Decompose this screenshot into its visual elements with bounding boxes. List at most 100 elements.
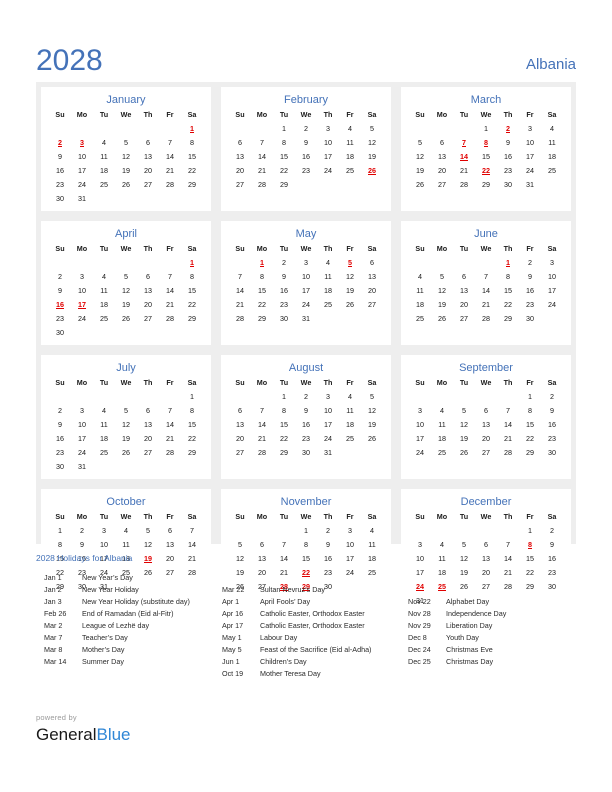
- day-cell[interactable]: 15: [519, 417, 541, 431]
- day-cell[interactable]: 23: [49, 311, 71, 325]
- day-cell[interactable]: 19: [431, 297, 453, 311]
- day-cell[interactable]: 22: [181, 163, 203, 177]
- day-cell[interactable]: 22: [273, 431, 295, 445]
- day-cell[interactable]: 1: [519, 523, 541, 537]
- day-cell[interactable]: 21: [453, 163, 475, 177]
- day-cell[interactable]: 29: [251, 311, 273, 325]
- day-cell[interactable]: 11: [431, 551, 453, 565]
- day-cell[interactable]: 21: [159, 297, 181, 311]
- day-cell[interactable]: 13: [137, 149, 159, 163]
- day-cell-holiday[interactable]: 7: [453, 135, 475, 149]
- day-cell[interactable]: 15: [295, 551, 317, 565]
- day-cell[interactable]: 25: [431, 445, 453, 459]
- day-cell[interactable]: 22: [181, 431, 203, 445]
- day-cell[interactable]: 19: [361, 417, 383, 431]
- day-cell[interactable]: 24: [295, 297, 317, 311]
- day-cell[interactable]: 16: [541, 551, 563, 565]
- day-cell[interactable]: 4: [409, 269, 431, 283]
- day-cell[interactable]: 29: [181, 445, 203, 459]
- day-cell[interactable]: 24: [71, 445, 93, 459]
- day-cell[interactable]: 27: [361, 297, 383, 311]
- day-cell[interactable]: 15: [497, 283, 519, 297]
- day-cell[interactable]: 5: [431, 269, 453, 283]
- day-cell[interactable]: 2: [295, 389, 317, 403]
- day-cell[interactable]: 28: [251, 445, 273, 459]
- day-cell[interactable]: 6: [431, 135, 453, 149]
- day-cell[interactable]: 5: [453, 537, 475, 551]
- day-cell-holiday[interactable]: 5: [339, 255, 361, 269]
- day-cell[interactable]: 30: [497, 177, 519, 191]
- day-cell[interactable]: 3: [71, 269, 93, 283]
- day-cell[interactable]: 10: [317, 135, 339, 149]
- day-cell[interactable]: 13: [137, 417, 159, 431]
- day-cell[interactable]: 23: [49, 177, 71, 191]
- day-cell[interactable]: 13: [137, 283, 159, 297]
- day-cell[interactable]: 17: [519, 149, 541, 163]
- day-cell[interactable]: 2: [49, 269, 71, 283]
- day-cell[interactable]: 7: [273, 537, 295, 551]
- day-cell[interactable]: 18: [409, 297, 431, 311]
- day-cell[interactable]: 4: [93, 269, 115, 283]
- day-cell[interactable]: 29: [273, 445, 295, 459]
- day-cell[interactable]: 31: [519, 177, 541, 191]
- day-cell[interactable]: 23: [295, 163, 317, 177]
- day-cell[interactable]: 6: [475, 403, 497, 417]
- day-cell[interactable]: 15: [181, 417, 203, 431]
- day-cell[interactable]: 30: [295, 445, 317, 459]
- day-cell[interactable]: 2: [541, 523, 563, 537]
- day-cell[interactable]: 11: [115, 537, 137, 551]
- day-cell[interactable]: 27: [137, 177, 159, 191]
- day-cell[interactable]: 12: [115, 417, 137, 431]
- day-cell[interactable]: 1: [295, 523, 317, 537]
- day-cell[interactable]: 29: [181, 177, 203, 191]
- day-cell[interactable]: 29: [519, 445, 541, 459]
- day-cell[interactable]: 26: [115, 177, 137, 191]
- day-cell[interactable]: 9: [295, 403, 317, 417]
- day-cell[interactable]: 8: [251, 269, 273, 283]
- day-cell[interactable]: 30: [49, 325, 71, 339]
- day-cell[interactable]: 26: [409, 177, 431, 191]
- day-cell[interactable]: 27: [453, 311, 475, 325]
- day-cell[interactable]: 20: [137, 297, 159, 311]
- day-cell[interactable]: 28: [159, 445, 181, 459]
- day-cell[interactable]: 27: [431, 177, 453, 191]
- day-cell[interactable]: 20: [361, 283, 383, 297]
- day-cell[interactable]: 17: [339, 551, 361, 565]
- day-cell[interactable]: 7: [251, 135, 273, 149]
- day-cell[interactable]: 22: [181, 297, 203, 311]
- day-cell[interactable]: 23: [49, 445, 71, 459]
- day-cell[interactable]: 25: [541, 163, 563, 177]
- day-cell[interactable]: 18: [339, 417, 361, 431]
- day-cell-holiday[interactable]: 17: [71, 297, 93, 311]
- day-cell[interactable]: 5: [115, 269, 137, 283]
- day-cell[interactable]: 25: [317, 297, 339, 311]
- day-cell-holiday[interactable]: 1: [251, 255, 273, 269]
- day-cell[interactable]: 18: [361, 551, 383, 565]
- day-cell[interactable]: 5: [409, 135, 431, 149]
- day-cell[interactable]: 22: [273, 163, 295, 177]
- day-cell[interactable]: 25: [339, 431, 361, 445]
- day-cell[interactable]: 16: [49, 431, 71, 445]
- day-cell[interactable]: 24: [541, 297, 563, 311]
- day-cell[interactable]: 11: [409, 283, 431, 297]
- day-cell[interactable]: 13: [431, 149, 453, 163]
- day-cell[interactable]: 15: [273, 417, 295, 431]
- day-cell[interactable]: 4: [431, 537, 453, 551]
- day-cell[interactable]: 19: [361, 149, 383, 163]
- day-cell[interactable]: 3: [93, 523, 115, 537]
- day-cell[interactable]: 9: [49, 149, 71, 163]
- day-cell[interactable]: 8: [273, 135, 295, 149]
- day-cell[interactable]: 26: [115, 445, 137, 459]
- day-cell[interactable]: 9: [49, 283, 71, 297]
- day-cell[interactable]: 26: [361, 431, 383, 445]
- day-cell[interactable]: 13: [229, 149, 251, 163]
- day-cell[interactable]: 10: [93, 537, 115, 551]
- day-cell[interactable]: 6: [137, 135, 159, 149]
- day-cell[interactable]: 1: [273, 121, 295, 135]
- day-cell[interactable]: 14: [273, 551, 295, 565]
- day-cell[interactable]: 1: [519, 389, 541, 403]
- day-cell[interactable]: 27: [137, 445, 159, 459]
- day-cell[interactable]: 8: [519, 403, 541, 417]
- day-cell[interactable]: 25: [339, 163, 361, 177]
- day-cell[interactable]: 3: [409, 537, 431, 551]
